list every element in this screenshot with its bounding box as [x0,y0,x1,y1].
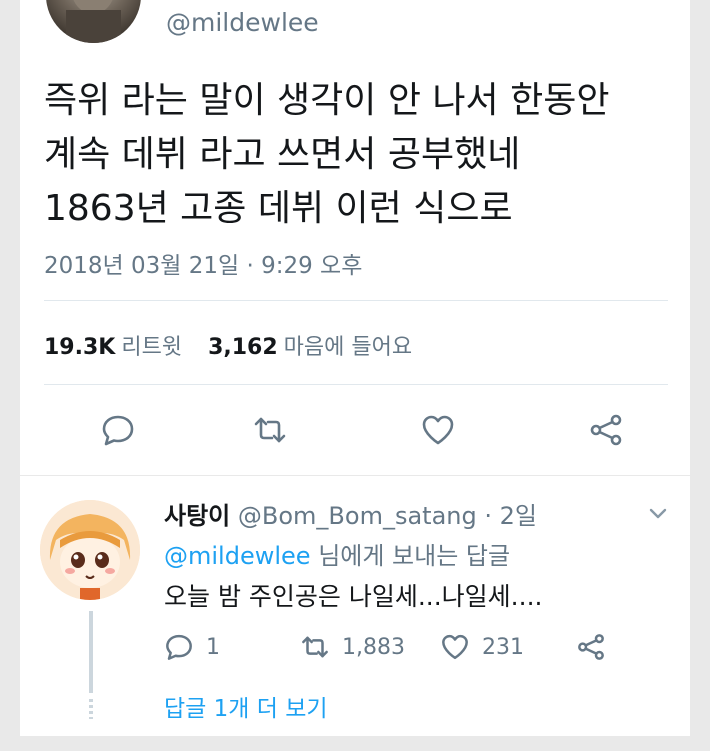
reply-count: 1 [206,634,220,660]
tweet-text: 즉위 라는 말이 생각이 안 나서 한동안 계속 데뷔 라고 쓰면서 공부했네 … [44,74,684,236]
heart-icon [442,634,468,660]
reply-icon[interactable] [100,412,136,448]
divider [44,300,668,301]
reply-reply-button[interactable]: 1 [164,631,220,663]
reply-author-handle[interactable]: @Bom_Bom_satang [238,502,477,530]
thread-line [89,611,93,693]
retweets-count: 19.3K [44,335,116,360]
likes-count: 3,162 [208,335,278,360]
reply-share-button[interactable] [576,631,618,663]
main-tweet: @mildewlee 즉위 라는 말이 생각이 안 나서 한동안 계속 데뷔 라… [20,0,690,475]
retweets-label: 리트윗 [121,335,183,360]
tweet-text-line: 1863년 고종 데뷔 이런 식으로 [44,188,513,229]
reply-like-button[interactable]: 231 [440,631,524,663]
reply-tweet[interactable]: 사탕이 @Bom_Bom_satang · 2일 @mildewlee 님에게 … [20,476,690,736]
show-more-replies-link[interactable]: 답글 1개 더 보기 [164,689,328,723]
retweet-icon [302,636,328,658]
heart-icon[interactable] [420,412,456,448]
retweet-count: 1,883 [342,634,405,660]
reply-author-name[interactable]: 사탕이 [164,502,230,530]
chevron-down-icon[interactable] [648,506,668,520]
like-stat[interactable]: 3,162 마음에 들어요 [208,335,412,360]
tweet-text-line: 계속 데뷔 라고 쓰면서 공부했네 [44,134,521,175]
retweet-stat[interactable]: 19.3K 리트윗 [44,335,182,360]
reply-icon [166,634,192,660]
tweet-text-line: 즉위 라는 말이 생각이 안 나서 한동안 [44,80,610,121]
thread-dots [89,699,93,719]
reply-retweet-button[interactable]: 1,883 [300,631,405,663]
reply-text: 오늘 밤 주인공은 나일세...나일세.... [164,582,543,611]
share-icon[interactable] [588,412,624,448]
likes-label: 마음에 들어요 [283,335,413,360]
like-count: 231 [482,634,524,660]
tweet-stats: 19.3K 리트윗 3,162 마음에 들어요 [44,329,412,361]
reply-avatar[interactable] [40,500,140,600]
divider [44,384,668,385]
reply-context: @mildewlee 님에게 보내는 답글 [164,536,510,571]
share-icon [578,634,604,660]
reply-time: · 2일 [484,502,537,530]
author-avatar[interactable] [46,0,141,43]
tweet-timestamp[interactable]: 2018년 03월 21일 · 9:29 오후 [44,246,362,280]
reply-context-label: 님에게 보내는 답글 [318,542,511,570]
reply-header: 사탕이 @Bom_Bom_satang · 2일 [164,496,537,531]
retweet-icon[interactable] [252,412,288,448]
mention-link[interactable]: @mildewlee [164,542,311,570]
author-handle[interactable]: @mildewlee [166,8,319,37]
